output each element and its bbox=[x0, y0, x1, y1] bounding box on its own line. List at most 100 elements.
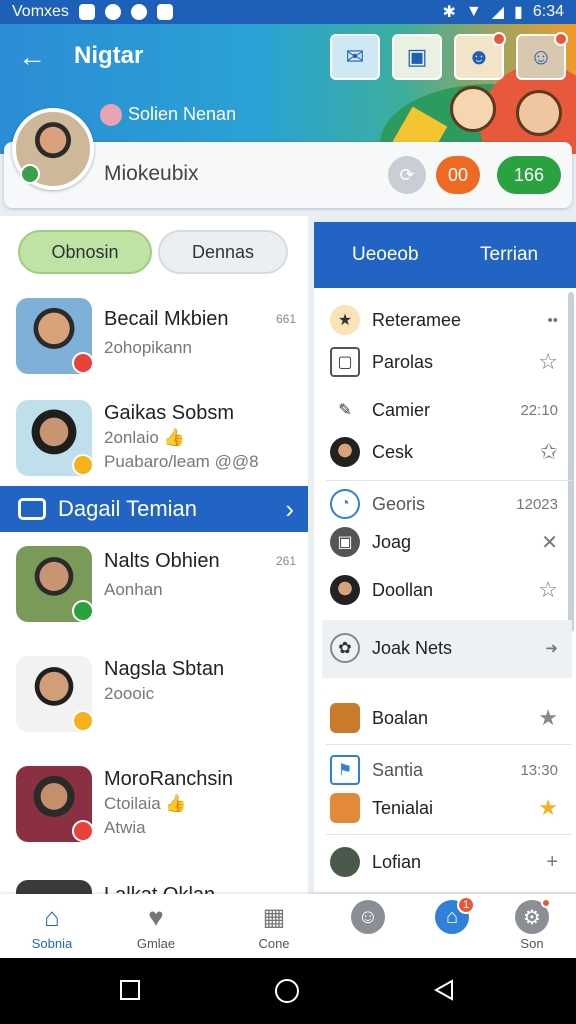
emoji-icon bbox=[100, 104, 122, 127]
camera-icon bbox=[18, 498, 46, 520]
arrow-icon[interactable]: ➜ bbox=[545, 639, 558, 657]
bluetooth-icon: ✱ bbox=[442, 4, 456, 21]
nav-home[interactable]: ⌂ Sobnia bbox=[12, 900, 92, 952]
box-icon: ▣ bbox=[330, 527, 360, 557]
avatar bbox=[16, 298, 94, 374]
chat-row[interactable]: Gaikas Sobsm 2onlaio 👍 Puabaro/leam @@8 bbox=[0, 394, 308, 494]
notification-badge: 1 bbox=[457, 896, 475, 914]
header-subtitle: Solien Nenan bbox=[100, 104, 236, 127]
list-item[interactable]: Doollan ☆ bbox=[314, 568, 576, 612]
star-icon[interactable]: ★ bbox=[538, 795, 558, 821]
chat-row[interactable]: Nalts Obhien Aonhan 261 bbox=[0, 540, 308, 640]
chat-preview: 2ohopikann bbox=[104, 338, 192, 357]
right-panel: Ueoeob Terrian ★ Reteramee •• ▢ Parolas … bbox=[314, 222, 576, 892]
right-tabs: Ueoeob Terrian bbox=[314, 222, 576, 288]
heart-icon: ♥ bbox=[148, 901, 164, 932]
nav-chat[interactable]: ☺ bbox=[328, 900, 408, 936]
bell-icon: ⌂ 1 bbox=[435, 896, 475, 934]
avatar bbox=[330, 703, 360, 733]
chat-row[interactable]: Lalkat Oklan bbox=[0, 870, 308, 896]
chat-preview-secondary: Puabaro/leam @@8 bbox=[104, 452, 259, 471]
chat-icon: ☺ bbox=[351, 900, 385, 934]
tab-obnosin[interactable]: Obnosin bbox=[18, 230, 152, 274]
nav-favorites[interactable]: ♥ Gmlae bbox=[116, 900, 196, 952]
battery-icon: ▮ bbox=[514, 4, 523, 21]
user-photo-icon[interactable]: ☻ bbox=[454, 32, 506, 80]
chat-list-panel: Obnosin Dennas Becail Mkbien 2ohopikann … bbox=[0, 216, 308, 896]
contact-card-icon[interactable]: ▣ bbox=[392, 34, 442, 80]
recents-icon[interactable] bbox=[118, 978, 142, 1002]
home-circle-icon[interactable] bbox=[274, 978, 300, 1004]
avatar bbox=[330, 793, 360, 823]
tab-ueoeob[interactable]: Ueoeob bbox=[352, 244, 419, 266]
chat-name: Gaikas Sobsm bbox=[104, 402, 235, 424]
orange-count-button[interactable]: 00 bbox=[436, 156, 480, 194]
star-icon[interactable]: ☆ bbox=[538, 577, 558, 603]
back-arrow-icon[interactable]: ← bbox=[18, 42, 48, 72]
chat-preview: 2oooic bbox=[104, 684, 155, 703]
avatar bbox=[16, 766, 94, 842]
chat-row[interactable]: MoroRanchsin Ctoilaia 👍 Atwia bbox=[0, 760, 308, 860]
list-item[interactable]: Boalan ★ bbox=[314, 696, 576, 740]
profile-name: Miokeubix bbox=[104, 162, 199, 185]
chat-name: Nalts Obhien bbox=[104, 550, 220, 572]
add-icon[interactable]: + bbox=[546, 851, 558, 874]
chat-name: Nagsla Sbtan bbox=[104, 658, 225, 680]
refresh-icon: ⟳ bbox=[399, 164, 415, 185]
location-icon bbox=[156, 4, 173, 20]
chat-row[interactable]: Becail Mkbien 2ohopikann 661 bbox=[0, 292, 308, 392]
star-icon[interactable]: ☆ bbox=[538, 349, 558, 375]
star-icon[interactable]: ★ bbox=[538, 705, 558, 731]
chat-preview: 2onlaio 👍 bbox=[104, 428, 185, 447]
cartoon-character-icon bbox=[450, 86, 496, 132]
dagail-temian-banner[interactable]: Dagail Temian › bbox=[0, 486, 308, 532]
status-bar: Vomxes ✱ ▼ ◢ ▮ 6:34 bbox=[0, 0, 576, 24]
avatar bbox=[16, 546, 94, 622]
tab-dennas[interactable]: Dennas bbox=[158, 230, 288, 274]
chat-bubble-icon: ◔ bbox=[330, 489, 360, 519]
flag-icon: ⚑ bbox=[330, 755, 360, 785]
list-item[interactable]: ✿ Joak Nets ➜ bbox=[314, 626, 576, 670]
avatar bbox=[330, 847, 360, 877]
facebook-icon bbox=[130, 4, 147, 20]
green-count-button[interactable]: 166 bbox=[497, 156, 561, 194]
folder-icon: ▢ bbox=[330, 347, 360, 377]
nav-settings[interactable]: ⚙ Son bbox=[492, 898, 572, 951]
chat-preview: Aonhan bbox=[104, 580, 163, 599]
list-item[interactable]: ▢ Parolas ☆ bbox=[314, 340, 576, 384]
back-triangle-icon[interactable] bbox=[432, 978, 456, 1002]
store-icon: ▦ bbox=[262, 903, 286, 931]
photo-icon bbox=[78, 4, 95, 20]
chat-preview: Ctoilaia 👍 bbox=[104, 794, 187, 813]
banner-label: Dagail Temian bbox=[58, 496, 198, 521]
refresh-button[interactable]: ⟳ bbox=[388, 156, 426, 194]
system-navigation-bar bbox=[0, 958, 576, 1024]
list-item[interactable]: ▣ Joag ✕ bbox=[314, 520, 576, 564]
list-item[interactable]: Lofian + bbox=[314, 840, 576, 884]
avatar bbox=[330, 437, 360, 467]
list-item[interactable]: Cesk ✩ bbox=[314, 430, 576, 474]
signal-icon: ◢ bbox=[491, 4, 505, 21]
close-icon[interactable]: ✕ bbox=[541, 530, 558, 555]
list-item[interactable]: ✎ Camier 22:10 bbox=[314, 388, 576, 432]
clock-text: 6:34 bbox=[532, 3, 564, 20]
pencil-icon: ✎ bbox=[338, 402, 352, 419]
nav-notifications[interactable]: ⌂ 1 bbox=[412, 896, 492, 936]
wifi-icon: ▼ bbox=[465, 3, 482, 20]
chat-row[interactable]: Nagsla Sbtan 2oooic bbox=[0, 650, 308, 750]
avatar bbox=[16, 656, 94, 732]
star-icon[interactable]: ✩ bbox=[540, 439, 558, 465]
chat-time: 261 bbox=[275, 554, 296, 568]
nav-store[interactable]: ▦ Cone bbox=[234, 900, 314, 952]
list-item[interactable]: Tenialai ★ bbox=[314, 786, 576, 830]
page-title: Nigtar bbox=[74, 42, 144, 69]
list-item[interactable]: ★ Reteramee •• bbox=[314, 298, 576, 342]
gear-icon: ⚙ bbox=[515, 898, 551, 934]
profile-avatar[interactable] bbox=[12, 108, 94, 190]
chevron-right-icon: › bbox=[285, 493, 294, 524]
chat-name: Becail Mkbien bbox=[104, 308, 229, 330]
tab-terrian[interactable]: Terrian bbox=[480, 244, 538, 266]
gold-badge-icon: ★ bbox=[330, 305, 360, 335]
avatar[interactable]: ☺ bbox=[516, 32, 568, 80]
mail-icon[interactable]: ✉ bbox=[330, 34, 380, 80]
